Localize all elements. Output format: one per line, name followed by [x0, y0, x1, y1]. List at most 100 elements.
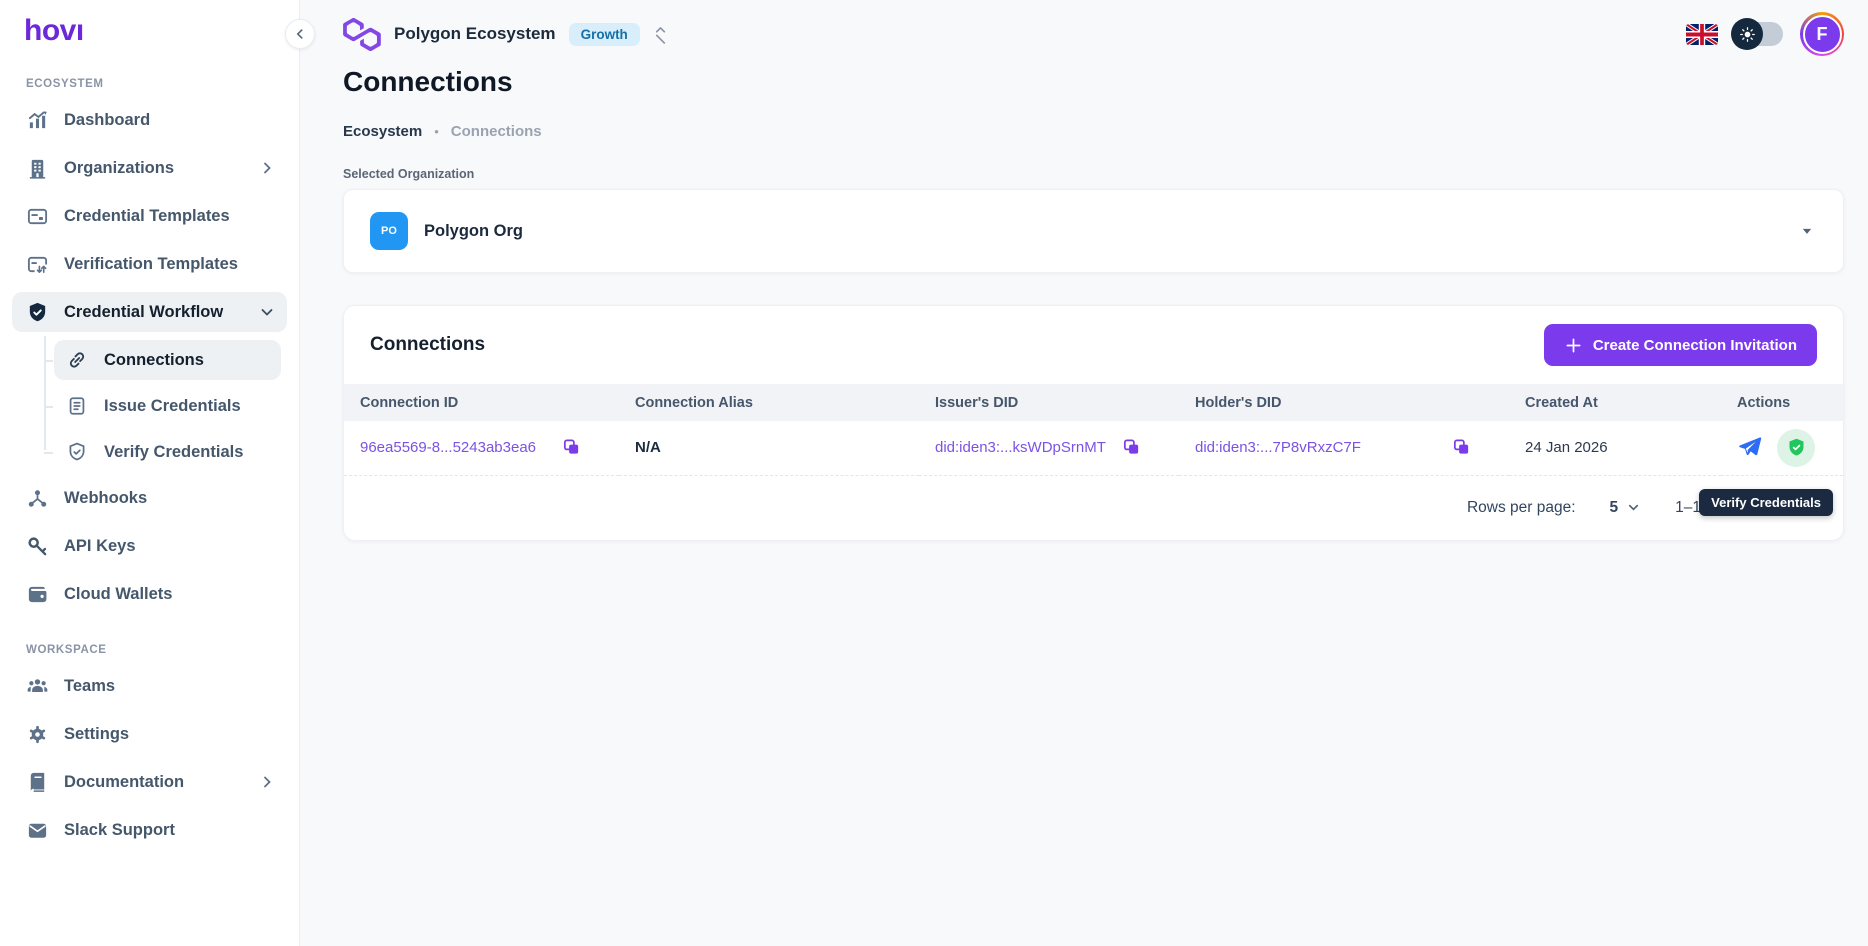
breadcrumb-connections: Connections: [450, 123, 542, 140]
sidebar-subitem-label: Connections: [104, 350, 204, 369]
hovi-logo: hovı: [24, 14, 84, 47]
connection-alias-value: N/A: [635, 439, 661, 457]
sidebar-item-webhooks[interactable]: Webhooks: [12, 478, 287, 518]
language-flag-icon[interactable]: [1686, 23, 1718, 45]
connections-card: Connections Create Connection Invitation…: [343, 305, 1844, 541]
column-created-at: Created At: [1509, 384, 1721, 421]
sidebar-subitem-issue-credentials[interactable]: Issue Credentials: [44, 386, 281, 426]
sidebar-item-label: Credential Workflow: [64, 302, 224, 321]
organization-select[interactable]: PO Polygon Org: [343, 189, 1844, 273]
sidebar-item-label: Organizations: [64, 158, 175, 177]
credential-templates-icon: [26, 205, 49, 228]
ecosystem-select-icon[interactable]: [653, 25, 668, 44]
sidebar-item-dashboard[interactable]: Dashboard: [12, 100, 287, 140]
main-content: Polygon Ecosystem Growth F Connections E…: [300, 0, 1868, 946]
sidebar-item-label: Teams: [64, 676, 116, 695]
column-connection-id: Connection ID: [344, 384, 619, 421]
wallet-icon: [26, 583, 49, 606]
key-icon: [26, 535, 49, 558]
row-actions: [1737, 428, 1843, 467]
sidebar-section-workspace: WORKSPACE: [26, 644, 107, 656]
theme-toggle[interactable]: [1731, 18, 1783, 50]
gear-icon: [26, 723, 49, 746]
breadcrumb-separator: •: [434, 124, 439, 139]
sidebar-item-slack-support[interactable]: Slack Support: [12, 810, 287, 850]
connections-table: Connection ID Connection Alias Issuer's …: [344, 384, 1843, 476]
credential-workflow-submenu: Connections Issue Credentials Verify Cre…: [44, 336, 287, 472]
sidebar-item-settings[interactable]: Settings: [12, 714, 287, 754]
page-title: Connections: [343, 66, 513, 97]
connections-card-title: Connections: [370, 334, 486, 355]
chevron-down-icon: [1629, 504, 1639, 511]
table-row: 96ea5569-8...5243ab3ea6 N/A did:iden3:..…: [344, 421, 1843, 476]
caret-down-icon: [1797, 221, 1817, 241]
rows-per-page-value: 5: [1609, 498, 1619, 516]
issuer-did-link[interactable]: did:iden3:...ksWDpSrnMT: [935, 439, 1106, 456]
sidebar-item-credential-workflow[interactable]: Credential Workflow: [12, 292, 287, 332]
sidebar-subitem-verify-credentials[interactable]: Verify Credentials: [44, 432, 281, 472]
verification-templates-icon: [26, 253, 49, 276]
sidebar-item-label: Webhooks: [64, 488, 148, 507]
user-avatar[interactable]: F: [1800, 12, 1844, 56]
mail-icon: [26, 819, 49, 842]
sidebar-item-label: Slack Support: [64, 820, 175, 839]
organizations-icon: [26, 157, 49, 180]
sidebar-item-teams[interactable]: Teams: [12, 666, 287, 706]
sun-icon: [1731, 18, 1763, 50]
sidebar-item-verification-templates[interactable]: Verification Templates: [12, 244, 287, 284]
ecosystem-name: Polygon Ecosystem: [394, 24, 556, 43]
plus-icon: [1564, 336, 1583, 355]
credential-workflow-shield-icon: [26, 301, 49, 324]
table-header-row: Connection ID Connection Alias Issuer's …: [344, 384, 1843, 421]
created-at-value: 24 Jan 2026: [1525, 439, 1608, 457]
sidebar-item-label: Cloud Wallets: [64, 584, 173, 603]
sidebar-section-ecosystem: ECOSYSTEM: [26, 78, 104, 90]
create-connection-invitation-button[interactable]: Create Connection Invitation: [1543, 324, 1817, 366]
rows-per-page-label: Rows per page:: [1466, 498, 1576, 516]
column-holders-did: Holder's DID: [1179, 384, 1509, 421]
shield-check-icon: [1789, 439, 1803, 456]
pagination-bar: Rows per page: 5 1–1: [344, 476, 1843, 540]
copy-icon[interactable]: [1452, 438, 1471, 457]
sidebar-item-credential-templates[interactable]: Credential Templates: [12, 196, 287, 236]
breadcrumb-ecosystem[interactable]: Ecosystem: [343, 123, 422, 140]
sidebar-item-cloud-wallets[interactable]: Cloud Wallets: [12, 574, 287, 614]
sidebar-subitem-label: Verify Credentials: [104, 442, 244, 461]
chevron-down-icon: [259, 304, 275, 320]
book-icon: [26, 771, 49, 794]
sidebar-nav-workspace: Teams Settings Documentation Slack Suppo…: [0, 666, 299, 850]
sidebar-item-documentation[interactable]: Documentation: [12, 762, 287, 802]
verify-credentials-tooltip: Verify Credentials: [1699, 489, 1833, 516]
sidebar-item-label: Credential Templates: [64, 206, 230, 225]
column-actions: Actions: [1721, 384, 1843, 421]
connection-id-link[interactable]: 96ea5569-8...5243ab3ea6: [360, 439, 536, 456]
sidebar-item-label: Dashboard: [64, 110, 151, 129]
teams-icon: [26, 675, 49, 698]
sidebar-item-label: Documentation: [64, 772, 185, 791]
shield-check-icon: [66, 441, 89, 464]
holder-did-link[interactable]: did:iden3:...7P8vRxzC7F: [1195, 439, 1361, 456]
sidebar-item-api-keys[interactable]: API Keys: [12, 526, 287, 566]
tree-line: [44, 336, 46, 450]
webhooks-icon: [26, 487, 49, 510]
org-avatar: PO: [370, 212, 408, 250]
sidebar-nav: Dashboard Organizations Credential Templ…: [0, 100, 299, 614]
sidebar-item-organizations[interactable]: Organizations: [12, 148, 287, 188]
breadcrumb: Ecosystem • Connections: [343, 123, 542, 140]
rows-per-page-select[interactable]: 5: [1610, 499, 1642, 517]
sidebar: hovı ECOSYSTEM Dashboard Organizations C…: [0, 0, 300, 946]
chevron-right-icon: [259, 774, 275, 790]
copy-icon[interactable]: [1122, 438, 1141, 457]
column-connection-alias: Connection Alias: [619, 384, 919, 421]
avatar-initial: F: [1802, 14, 1842, 54]
sidebar-collapse-button[interactable]: [285, 19, 315, 49]
sidebar-item-label: Verification Templates: [64, 254, 238, 273]
copy-icon[interactable]: [562, 438, 581, 457]
send-invitation-icon[interactable]: [1737, 435, 1763, 461]
link-icon: [66, 349, 89, 372]
page-range: 1–1: [1675, 498, 1701, 516]
sidebar-subitem-connections[interactable]: Connections: [44, 340, 281, 380]
verify-credentials-action-button[interactable]: [1777, 428, 1815, 467]
selected-organization-label: Selected Organization: [343, 167, 475, 181]
ecosystem-switcher[interactable]: Polygon Ecosystem Growth: [343, 17, 668, 51]
